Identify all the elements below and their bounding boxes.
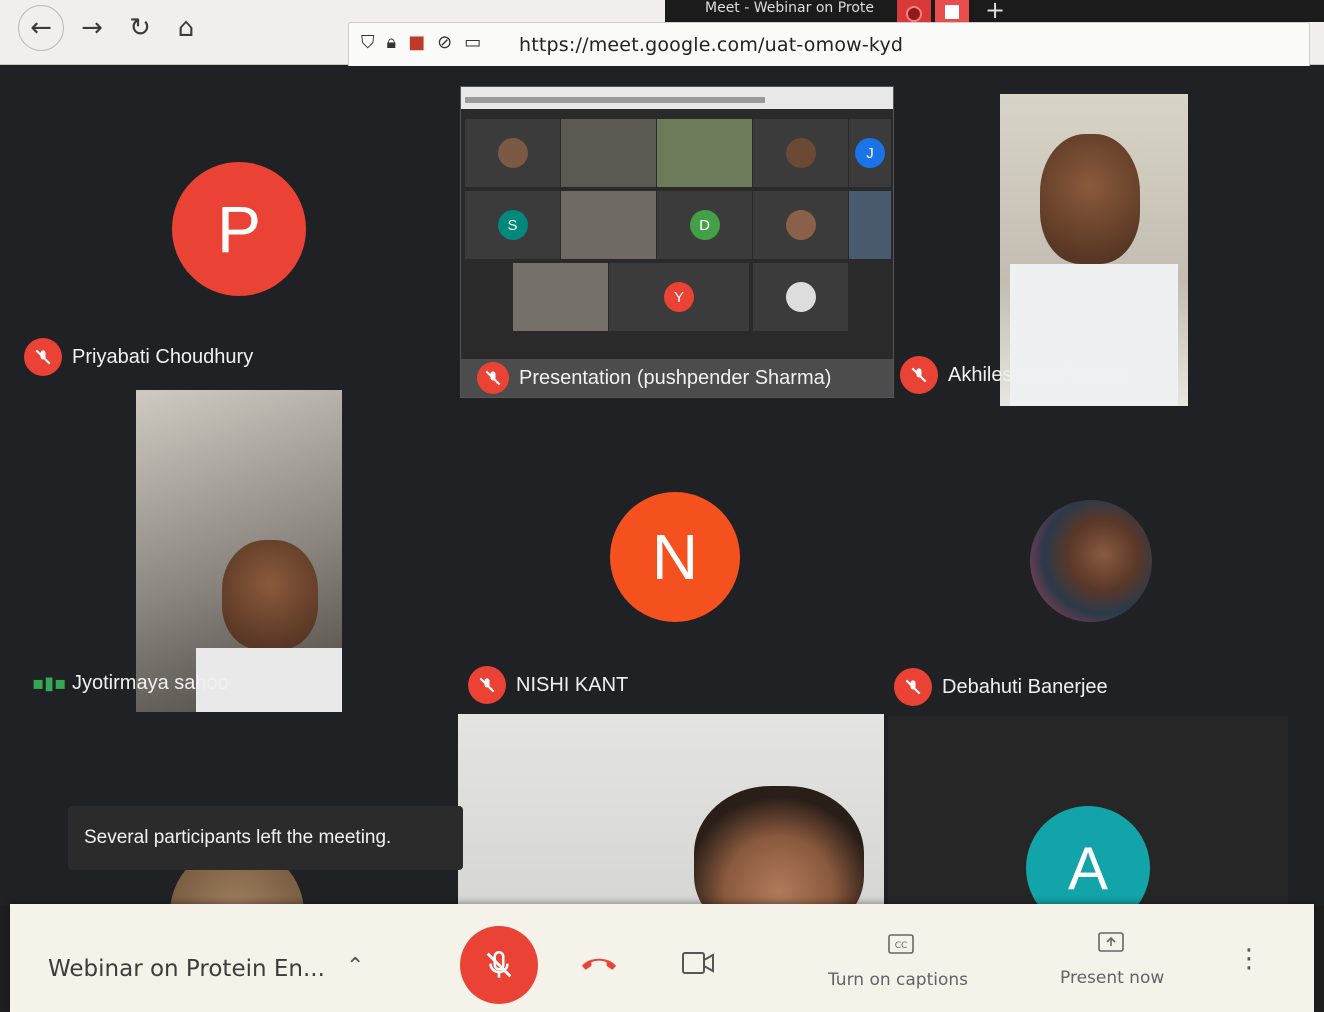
url-security-icons: ⛉ 🔒︎ ■ ⊘ ▭ (361, 32, 481, 53)
present-screen-icon (1098, 932, 1124, 952)
participant-tile-jyotirmaya[interactable]: ▪▮▪ Jyotirmaya sahoo (10, 390, 450, 712)
participant-name: Priyabati Choudhury (72, 345, 254, 368)
participant-tile-akhileshwar[interactable]: Akhileshwar Prasad (896, 86, 1296, 406)
mini-tile: D (657, 191, 752, 259)
presentation-tile[interactable]: J S D Y Presentation (pushpender Sharma) (460, 86, 894, 398)
avatar (1030, 500, 1152, 622)
participant-video (136, 390, 342, 712)
meeting-grid: P Priyabati Choudhury J S D Y Presentati… (0, 66, 1324, 906)
present-now-label: Present now (1060, 968, 1165, 988)
camera-toggle-button[interactable] (682, 952, 714, 979)
more-options-icon[interactable]: ⋮ (1236, 944, 1262, 974)
mini-tile: S (465, 191, 560, 259)
meeting-controls-bar: Webinar on Protein En... ⌃ CC Turn on ca… (10, 904, 1314, 1012)
camera-permission-icon[interactable]: ■ (408, 32, 425, 53)
participant-tile-video[interactable] (458, 714, 884, 906)
mini-tile (561, 119, 656, 187)
mic-off-icon (486, 950, 512, 978)
phone-hangup-icon (581, 958, 617, 970)
chevron-up-icon[interactable]: ⌃ (346, 954, 364, 979)
closed-captions-icon: CC (888, 934, 914, 954)
avatar: A (1026, 806, 1150, 906)
present-now-button[interactable]: Present now (1056, 928, 1176, 998)
mini-tile (753, 119, 848, 187)
back-button[interactable]: ← (18, 5, 64, 51)
mini-tile (657, 119, 752, 187)
avatar: P (172, 162, 306, 296)
mic-toggle-button[interactable] (460, 926, 538, 1004)
mic-off-icon (477, 362, 509, 394)
participant-name: Akhileshwar Prasad (948, 363, 1125, 386)
mini-tile (849, 191, 891, 259)
mini-tile (561, 191, 656, 259)
captions-label: Turn on captions (828, 970, 969, 990)
meeting-title[interactable]: Webinar on Protein En... (48, 956, 325, 982)
lock-icon[interactable]: 🔒︎ (387, 32, 397, 53)
svg-text:CC: CC (895, 941, 908, 951)
participant-tile-priyabati[interactable]: P Priyabati Choudhury (10, 86, 450, 386)
speaking-indicator-icon: ▪▮▪ (32, 673, 67, 694)
url-text[interactable]: https://meet.google.com/uat-omow-kyd (519, 34, 903, 56)
mic-off-permission-icon[interactable]: ⊘ (437, 32, 452, 53)
presentation-name: Presentation (pushpender Sharma) (519, 366, 832, 389)
mic-off-icon (900, 356, 938, 394)
shield-icon[interactable]: ⛉ (361, 32, 375, 53)
forward-button[interactable]: → (72, 8, 112, 48)
participant-tile-nishi-kant[interactable]: N NISHI KANT (460, 406, 890, 712)
avatar: N (610, 492, 740, 622)
participant-name: Jyotirmaya sahoo (72, 672, 229, 694)
tab-title[interactable]: Meet - Webinar on Prote (705, 0, 874, 16)
captions-button[interactable]: CC Turn on captions (826, 930, 976, 1000)
participant-name: Debahuti Banerjee (942, 675, 1108, 698)
notification-toast: Several participants left the meeting. (68, 806, 463, 870)
shared-screen-grid: J S D Y (461, 111, 893, 357)
video-camera-icon (682, 952, 714, 974)
screen-share-icon[interactable]: ▭ (464, 32, 481, 53)
home-button[interactable]: ⌂ (166, 8, 206, 48)
mic-off-icon (24, 338, 62, 376)
address-bar[interactable]: ⛉ 🔒︎ ■ ⊘ ▭ https://meet.google.com/uat-o… (348, 22, 1310, 68)
participant-tile-debahuti[interactable]: Debahuti Banerjee (892, 406, 1292, 712)
reload-button[interactable]: ↻ (120, 8, 160, 48)
mic-off-icon (894, 668, 932, 706)
new-tab-button[interactable]: + (985, 0, 1005, 24)
participant-tile-a[interactable]: A (888, 716, 1288, 906)
tab-strip: Meet - Webinar on Prote + (665, 0, 1324, 30)
browser-toolbar: Meet - Webinar on Prote + ← → ↻ ⌂ ⛉ 🔒︎ ■… (0, 0, 1324, 68)
participant-name: NISHI KANT (516, 673, 629, 696)
mini-tile (513, 263, 608, 331)
mini-tile (753, 263, 848, 331)
shared-screen-browser-bar (461, 87, 893, 109)
mini-tile (753, 191, 848, 259)
participant-video (458, 714, 884, 906)
mini-tile: Y (609, 263, 749, 331)
mic-off-icon (468, 666, 506, 704)
mini-tile (465, 119, 560, 187)
mini-tile: J (849, 119, 891, 187)
hang-up-button[interactable] (580, 954, 618, 979)
